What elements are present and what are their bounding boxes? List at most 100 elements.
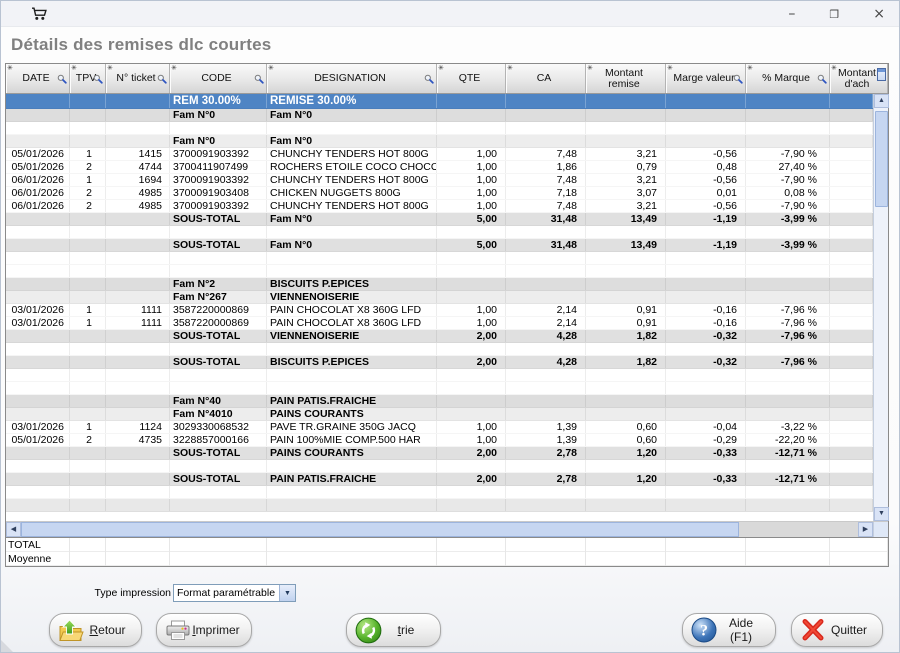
table-cell: 05/01/2026 [6, 434, 70, 446]
spacer-row[interactable] [6, 486, 873, 499]
table-cell [830, 460, 873, 472]
table-cell: 7,18 [506, 187, 586, 199]
subtotal-row[interactable]: SOUS-TOTALVIENNENOISERIE2,004,281,82-0,3… [6, 330, 873, 343]
column-header-tpv[interactable]: ✳TPV [70, 64, 106, 93]
table-cell: 1415 [106, 148, 170, 160]
scroll-right-icon[interactable]: ▶ [858, 522, 873, 537]
vertical-scrollbar[interactable]: ▲ ▼ [873, 94, 888, 521]
horizontal-scrollbar-track[interactable] [739, 522, 858, 537]
column-header-designation[interactable]: ✳DESIGNATION [267, 64, 437, 93]
retour-button[interactable]: Retour [49, 613, 142, 647]
table-cell [437, 226, 506, 238]
vertical-scrollbar-thumb[interactable] [875, 111, 888, 207]
table-cell: BISCUITS P.EPICES [267, 278, 437, 290]
group-header-row[interactable]: Fam N°2BISCUITS P.EPICES [6, 278, 873, 291]
scroll-left-icon[interactable]: ◀ [6, 522, 21, 537]
column-picker-icon[interactable] [877, 68, 886, 81]
table-cell [746, 538, 830, 552]
data-row[interactable]: 03/01/2026111113587220000869PAIN CHOCOLA… [6, 304, 873, 317]
data-row[interactable]: 06/01/2026249853700091903392CHUNCHY TEND… [6, 200, 873, 213]
table-cell [70, 226, 106, 238]
table-cell: Fam N°0 [267, 109, 437, 121]
scroll-down-icon[interactable]: ▼ [874, 507, 889, 521]
table-cell [506, 552, 586, 566]
column-header-montant-remise[interactable]: ✳Montant remise [586, 64, 666, 93]
printer-icon [165, 620, 191, 641]
horizontal-scrollbar-thumb[interactable] [21, 522, 739, 537]
search-icon[interactable] [157, 74, 167, 84]
table-cell [830, 486, 873, 498]
subtotal-row[interactable]: SOUS-TOTALBISCUITS P.EPICES2,004,281,82-… [6, 356, 873, 369]
quitter-button[interactable]: Quitter [791, 613, 883, 647]
search-icon[interactable] [424, 74, 434, 84]
column-header-code[interactable]: ✳CODE [170, 64, 267, 93]
aide-button[interactable]: ?Aide (F1) [682, 613, 776, 647]
spacer-row[interactable] [6, 265, 873, 278]
imprimer-button[interactable]: Imprimer [156, 613, 252, 647]
column-header-marque[interactable]: ✳% Marque [746, 64, 830, 93]
table-cell: PAVE TR.GRAINE 350G JACQ [267, 421, 437, 433]
group-header-row[interactable]: Fam N°267VIENNENOISERIE [6, 291, 873, 304]
search-icon[interactable] [57, 74, 67, 84]
close-button[interactable]: × [869, 5, 889, 23]
app-window: – ❐ × Détails des remises dlc courtes ✳D… [0, 0, 900, 653]
subtotal-row[interactable]: SOUS-TOTALPAIN PATIS.FRAICHE2,002,781,20… [6, 473, 873, 486]
table-cell [106, 135, 170, 147]
group-header-row[interactable]: Fam N°0Fam N°0 [6, 135, 873, 148]
spacer-row[interactable] [6, 122, 873, 135]
column-pin-icon: ✳ [507, 63, 513, 74]
subtotal-row[interactable]: SOUS-TOTALFam N°05,0031,4813,49-1,19-3,9… [6, 213, 873, 226]
scroll-up-icon[interactable]: ▲ [874, 94, 889, 108]
data-row[interactable]: 05/01/2026247443700411907499ROCHERS ETOI… [6, 161, 873, 174]
table-cell [746, 552, 830, 566]
spacer-row[interactable] [6, 369, 873, 382]
column-header-qte[interactable]: ✳QTE [437, 64, 506, 93]
print-type-select[interactable]: Format paramétrable ▼ [173, 584, 296, 602]
table-cell [267, 486, 437, 498]
search-icon[interactable] [93, 74, 103, 84]
column-header-montant-d-ach[interactable]: ✳Montant d'ach [830, 64, 888, 93]
selected-row[interactable]: REM 30.00%REMISE 30.00% [6, 94, 873, 109]
data-row[interactable]: 06/01/2026116943700091903392CHUNCHY TEND… [6, 174, 873, 187]
horizontal-scrollbar[interactable]: ◀ ▶ [6, 521, 888, 537]
trie-button[interactable]: trie [346, 613, 441, 647]
column-header-ca[interactable]: ✳CA [506, 64, 586, 93]
table-cell [746, 395, 830, 407]
minimize-button[interactable]: – [784, 5, 799, 23]
group-header-row[interactable]: Fam N°0Fam N°0 [6, 109, 873, 122]
window-resize-grip[interactable] [1, 640, 13, 652]
group-header-row[interactable]: Fam N°4010PAINS COURANTS [6, 408, 873, 421]
column-header-n-ticket[interactable]: ✳N° ticket [106, 64, 170, 93]
chevron-down-icon[interactable]: ▼ [279, 585, 295, 601]
spacer-row[interactable] [6, 499, 873, 512]
column-header-date[interactable]: ✳DATE [6, 64, 70, 93]
spacer-row[interactable] [6, 343, 873, 356]
subtotal-row[interactable]: SOUS-TOTALPAINS COURANTS2,002,781,20-0,3… [6, 447, 873, 460]
search-icon[interactable] [733, 74, 743, 84]
search-icon[interactable] [254, 74, 264, 84]
subtotal-row[interactable]: SOUS-TOTALFam N°05,0031,4813,49-1,19-3,9… [6, 239, 873, 252]
table-cell [267, 460, 437, 472]
data-row[interactable]: 03/01/2026111243029330068532PAVE TR.GRAI… [6, 421, 873, 434]
maximize-button[interactable]: ❐ [825, 7, 843, 22]
group-header-row[interactable]: Fam N°40PAIN PATIS.FRAICHE [6, 395, 873, 408]
table-cell [267, 369, 437, 381]
spacer-row[interactable] [6, 226, 873, 239]
table-cell [666, 395, 746, 407]
spacer-row[interactable] [6, 460, 873, 473]
table-cell: -3,22 % [746, 421, 830, 433]
table-cell: SOUS-TOTAL [170, 239, 267, 251]
spacer-row[interactable] [6, 252, 873, 265]
data-row[interactable]: 06/01/2026249853700091903408CHICKEN NUGG… [6, 187, 873, 200]
data-row[interactable]: 05/01/2026247353228857000166PAIN 100%MIE… [6, 434, 873, 447]
spacer-row[interactable] [6, 382, 873, 395]
table-cell [106, 226, 170, 238]
table-cell: 1,00 [437, 421, 506, 433]
table-cell: -12,71 % [746, 473, 830, 485]
column-header-marge-valeur[interactable]: ✳Marge valeur [666, 64, 746, 93]
data-row[interactable]: 03/01/2026111113587220000869PAIN CHOCOLA… [6, 317, 873, 330]
data-row[interactable]: 05/01/2026114153700091903392CHUNCHY TEND… [6, 148, 873, 161]
search-icon[interactable] [817, 74, 827, 84]
table-cell [746, 122, 830, 134]
table-cell [106, 278, 170, 290]
